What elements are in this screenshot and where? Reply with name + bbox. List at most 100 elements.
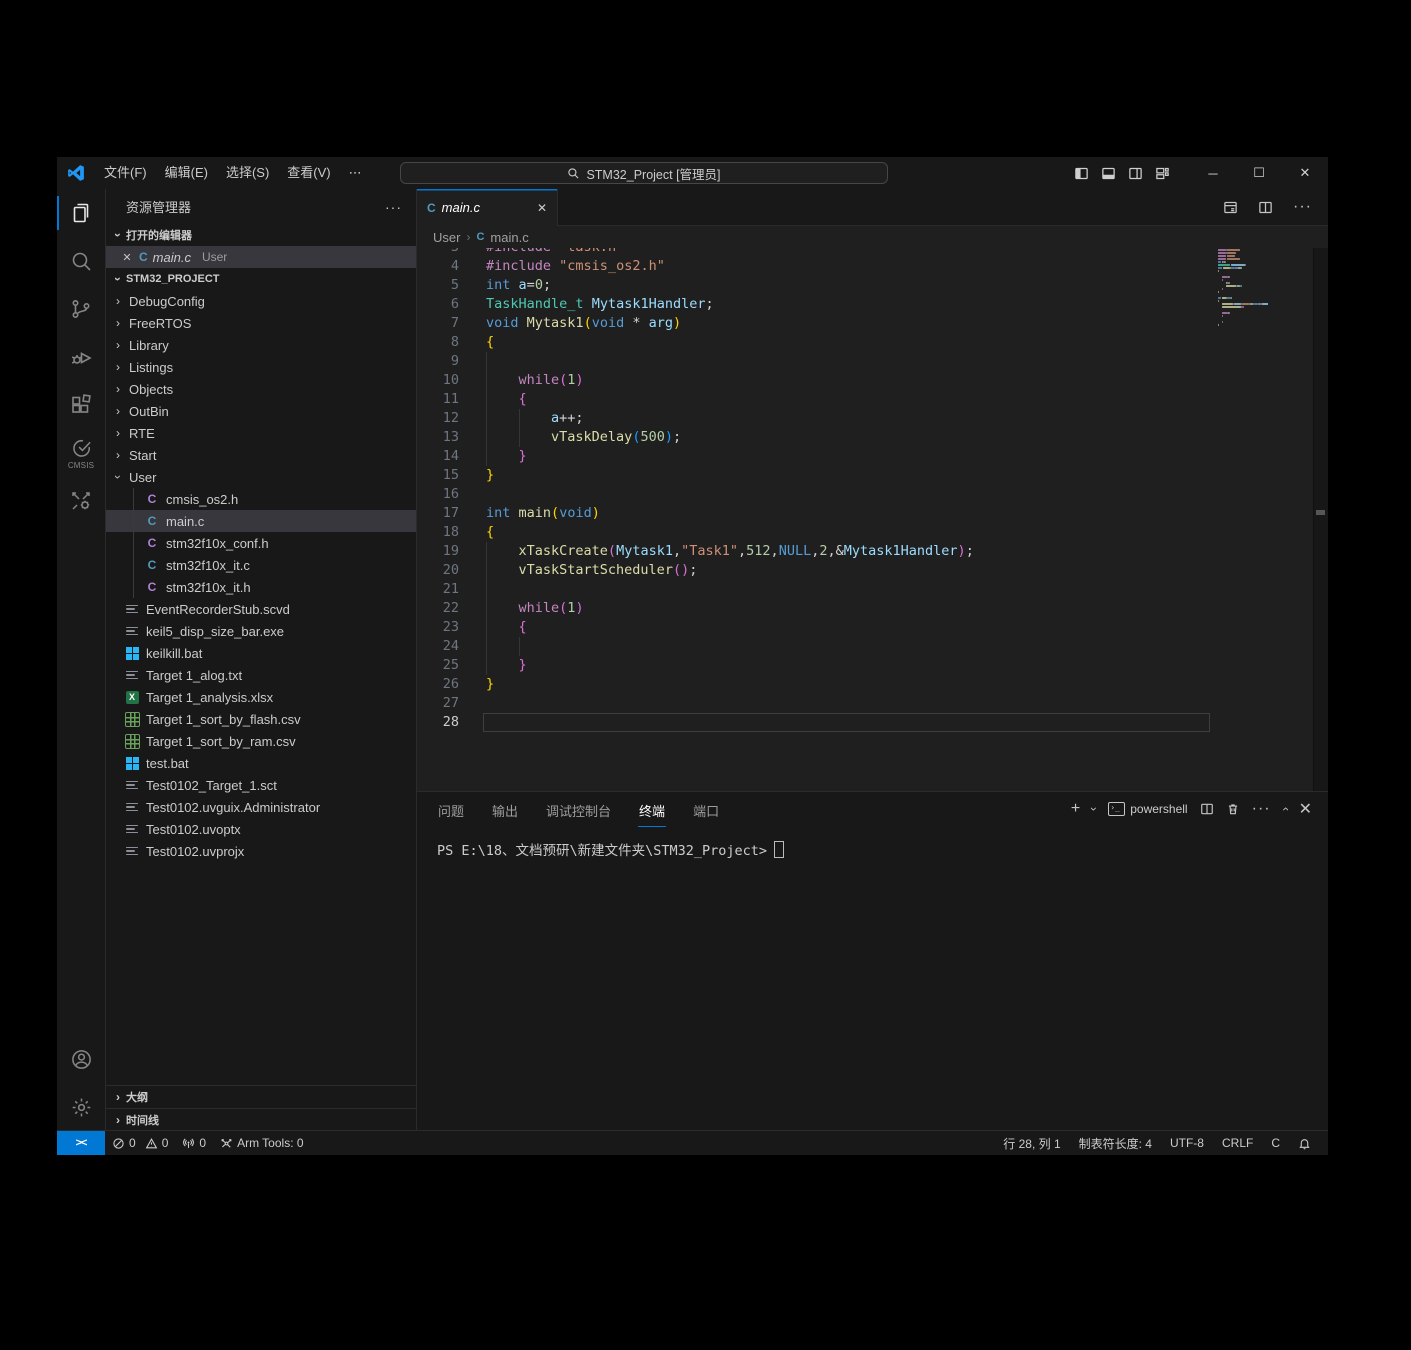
code-line-10[interactable]: 10 while(1)	[417, 371, 1328, 390]
arm-tools-status[interactable]: Arm Tools: 0	[213, 1131, 310, 1155]
activity-settings[interactable]	[57, 1083, 105, 1131]
open-editors-section[interactable]: › 打开的编辑器	[106, 224, 416, 246]
code-line-23[interactable]: 23 {	[417, 618, 1328, 637]
tab-main.c[interactable]: C main.c ✕	[417, 189, 558, 226]
panel-tab-4[interactable]: 端口	[692, 793, 720, 827]
activity-search[interactable]	[57, 237, 105, 285]
menu-item-1[interactable]: 编辑(E)	[156, 162, 217, 184]
activity-embedded-tools[interactable]	[57, 477, 105, 525]
language-mode[interactable]: C	[1262, 1131, 1289, 1155]
eol-sequence[interactable]: CRLF	[1213, 1131, 1262, 1155]
code-line-14[interactable]: 14 }	[417, 447, 1328, 466]
close-panel-icon[interactable]: ✕	[1299, 799, 1312, 819]
notifications-bell[interactable]	[1289, 1131, 1320, 1155]
breadcrumb-file[interactable]: main.c	[490, 230, 528, 245]
tree-item-cmsis_os2.h[interactable]: Ccmsis_os2.h	[106, 488, 416, 510]
explorer-more-actions-icon[interactable]: ···	[385, 199, 402, 215]
tree-item-DebugConfig[interactable]: ›DebugConfig	[106, 290, 416, 312]
code-line-25[interactable]: 25 }	[417, 656, 1328, 675]
tree-item-Target 1_alog.txt[interactable]: Target 1_alog.txt	[106, 664, 416, 686]
tree-item-Library[interactable]: ›Library	[106, 334, 416, 356]
tree-item-Target 1_analysis.xlsx[interactable]: XTarget 1_analysis.xlsx	[106, 686, 416, 708]
new-terminal-icon[interactable]: +	[1071, 800, 1080, 818]
code-line-7[interactable]: 7void Mytask1(void * arg)	[417, 314, 1328, 333]
activity-run-debug[interactable]	[57, 333, 105, 381]
tree-item-stm32f10x_conf.h[interactable]: Cstm32f10x_conf.h	[106, 532, 416, 554]
scrollbar-track[interactable]	[1313, 248, 1328, 791]
close-button[interactable]: ✕	[1282, 157, 1328, 189]
open-changes-icon[interactable]	[1223, 200, 1238, 215]
more-actions-icon[interactable]: ···	[1293, 198, 1312, 216]
cursor-position[interactable]: 行 28, 列 1	[994, 1131, 1069, 1155]
encoding[interactable]: UTF-8	[1161, 1131, 1213, 1155]
tree-item-Test0102_Target_1.sct[interactable]: Test0102_Target_1.sct	[106, 774, 416, 796]
panel-tab-0[interactable]: 问题	[437, 793, 465, 827]
panel-more-actions-icon[interactable]: ···	[1252, 800, 1271, 818]
tree-item-Listings[interactable]: ›Listings	[106, 356, 416, 378]
menu-item-0[interactable]: 文件(F)	[95, 162, 156, 184]
code-line-13[interactable]: 13 vTaskDelay(500);	[417, 428, 1328, 447]
menu-item-4[interactable]: ⋯	[340, 162, 371, 184]
code-line-27[interactable]: 27	[417, 694, 1328, 713]
toggle-secondary-sidebar-icon[interactable]	[1122, 157, 1149, 189]
code-line-28[interactable]: 28	[417, 713, 1328, 732]
tree-item-stm32f10x_it.h[interactable]: Cstm32f10x_it.h	[106, 576, 416, 598]
tree-item-Target 1_sort_by_ram.csv[interactable]: Target 1_sort_by_ram.csv	[106, 730, 416, 752]
maximize-panel-icon[interactable]: ›	[1278, 807, 1292, 811]
timeline-section[interactable]: › 时间线	[106, 1108, 416, 1131]
code-line-17[interactable]: 17int main(void)	[417, 504, 1328, 523]
outline-section[interactable]: › 大纲	[106, 1085, 416, 1108]
code-line-12[interactable]: 12 a++;	[417, 409, 1328, 428]
menu-item-2[interactable]: 选择(S)	[217, 162, 278, 184]
code-line-18[interactable]: 18{	[417, 523, 1328, 542]
tree-item-keil5_disp_size_bar.exe[interactable]: keil5_disp_size_bar.exe	[106, 620, 416, 642]
code-line-9[interactable]: 9	[417, 352, 1328, 371]
tree-item-Objects[interactable]: ›Objects	[106, 378, 416, 400]
panel-tab-1[interactable]: 输出	[491, 793, 519, 827]
code-line-11[interactable]: 11 {	[417, 390, 1328, 409]
panel-tab-2[interactable]: 调试控制台	[545, 793, 612, 827]
customize-layout-icon[interactable]	[1149, 157, 1176, 189]
code-line-16[interactable]: 16	[417, 485, 1328, 504]
code-line-22[interactable]: 22 while(1)	[417, 599, 1328, 618]
code-line-15[interactable]: 15}	[417, 466, 1328, 485]
remote-indicator[interactable]: ><	[57, 1131, 105, 1155]
code-line-21[interactable]: 21	[417, 580, 1328, 599]
tab-close-icon[interactable]: ✕	[537, 201, 547, 215]
code-editor[interactable]: 3#include "task.h"4#include "cmsis_os2.h…	[417, 248, 1328, 791]
tree-item-Test0102.uvprojx[interactable]: Test0102.uvprojx	[106, 840, 416, 862]
tree-item-main.c[interactable]: Cmain.c	[106, 510, 416, 532]
tree-item-stm32f10x_it.c[interactable]: Cstm32f10x_it.c	[106, 554, 416, 576]
code-line-20[interactable]: 20 vTaskStartScheduler();	[417, 561, 1328, 580]
tree-item-keilkill.bat[interactable]: keilkill.bat	[106, 642, 416, 664]
open-editor-item-main.c[interactable]: ✕ C main.c User	[106, 246, 416, 268]
tree-item-Start[interactable]: ›Start	[106, 444, 416, 466]
tree-item-OutBin[interactable]: ›OutBin	[106, 400, 416, 422]
problems-status[interactable]: 0 0	[105, 1131, 175, 1155]
tree-item-FreeRTOS[interactable]: ›FreeRTOS	[106, 312, 416, 334]
code-line-4[interactable]: 4#include "cmsis_os2.h"	[417, 257, 1328, 276]
activity-account[interactable]	[57, 1035, 105, 1083]
minimap[interactable]	[1218, 249, 1268, 333]
code-line-6[interactable]: 6TaskHandle_t Mytask1Handler;	[417, 295, 1328, 314]
terminal-dropdown-icon[interactable]: ›	[1087, 807, 1101, 811]
tree-item-Test0102.uvoptx[interactable]: Test0102.uvoptx	[106, 818, 416, 840]
panel-tab-3[interactable]: 终端	[638, 793, 666, 827]
code-line-24[interactable]: 24	[417, 637, 1328, 656]
maximize-button[interactable]: ☐	[1236, 157, 1282, 189]
ports-status[interactable]: 0	[175, 1131, 213, 1155]
kill-terminal-icon[interactable]	[1226, 802, 1240, 816]
tree-item-test.bat[interactable]: test.bat	[106, 752, 416, 774]
tree-item-Target 1_sort_by_flash.csv[interactable]: Target 1_sort_by_flash.csv	[106, 708, 416, 730]
tree-item-User[interactable]: ›User	[106, 466, 416, 488]
indentation[interactable]: 制表符长度: 4	[1070, 1131, 1161, 1155]
terminal-content[interactable]: PS E:\18、文档预研\新建文件夹\STM32_Project>	[417, 827, 1328, 859]
close-icon[interactable]: ✕	[120, 251, 134, 264]
code-line-8[interactable]: 8{	[417, 333, 1328, 352]
toggle-panel-icon[interactable]	[1095, 157, 1122, 189]
activity-extensions[interactable]	[57, 381, 105, 429]
command-center-search[interactable]: STM32_Project [管理员]	[400, 162, 888, 184]
menu-item-3[interactable]: 查看(V)	[278, 162, 339, 184]
split-terminal-icon[interactable]	[1200, 802, 1214, 816]
tree-item-RTE[interactable]: ›RTE	[106, 422, 416, 444]
